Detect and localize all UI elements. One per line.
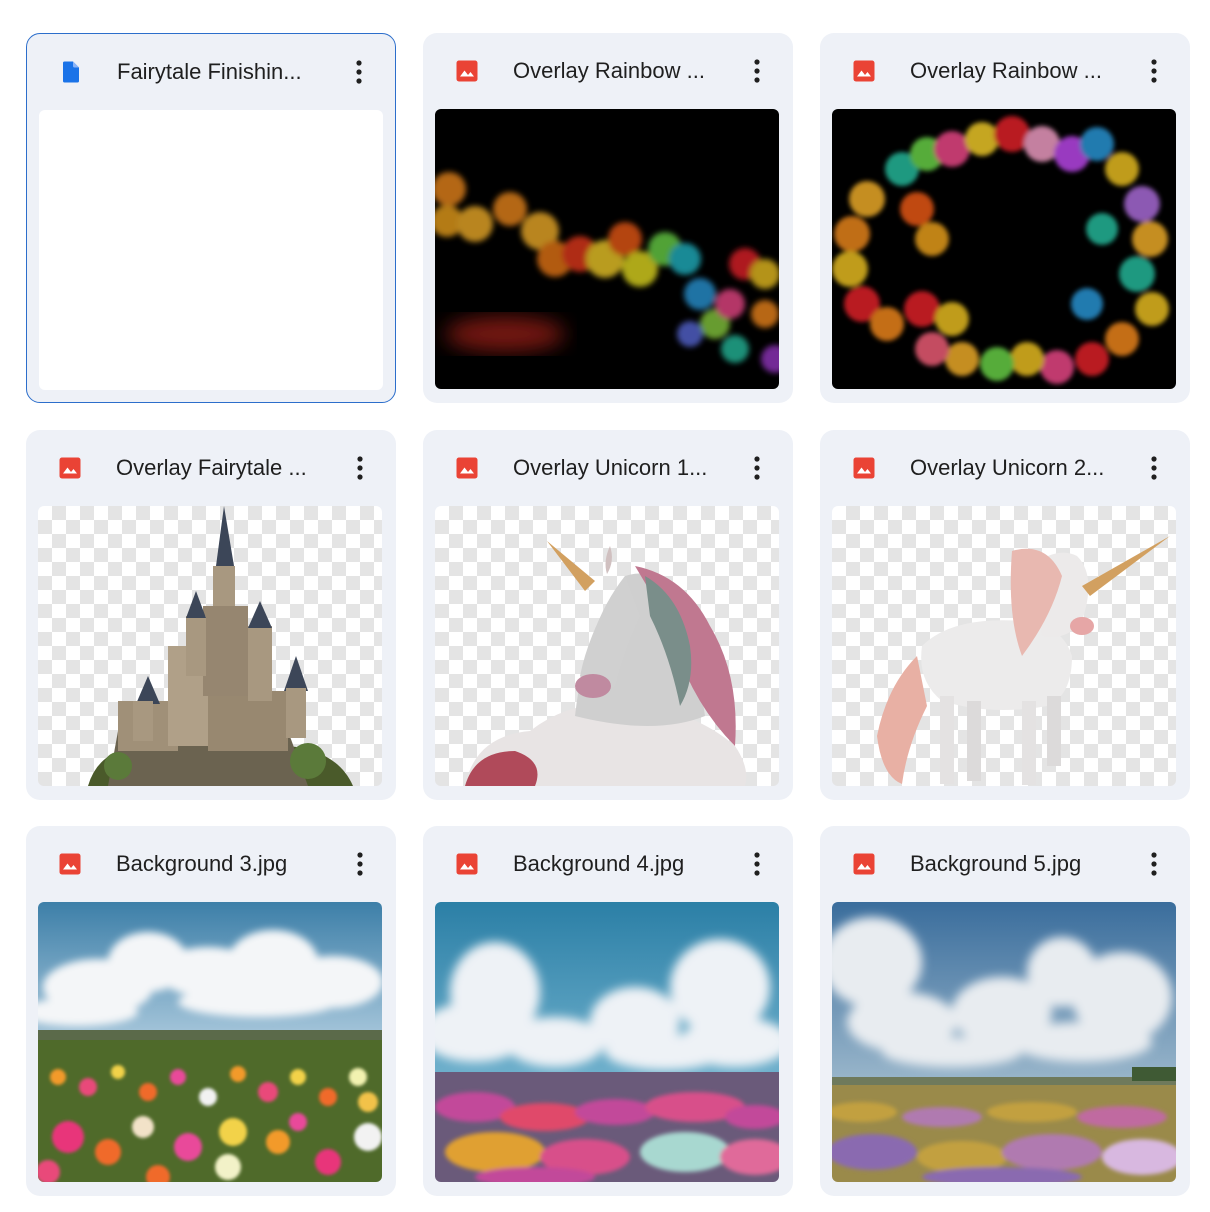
file-card-header: Overlay Fairytale ...: [26, 430, 396, 506]
doc-file-icon: [63, 61, 79, 83]
file-card-header: Overlay Unicorn 1...: [423, 430, 793, 506]
more-vert-icon[interactable]: [346, 846, 374, 882]
file-card-header: Overlay Rainbow ...: [820, 33, 1190, 109]
blank-document-preview: [39, 110, 383, 390]
file-card-header: Background 4.jpg: [423, 826, 793, 902]
file-card-header: Overlay Unicorn 2...: [820, 430, 1190, 506]
more-vert-icon[interactable]: [743, 846, 771, 882]
flower-meadow-big-clouds: [435, 902, 779, 1182]
more-vert-icon[interactable]: [345, 54, 373, 90]
file-name: Overlay Rainbow ...: [513, 58, 705, 83]
file-card[interactable]: Overlay Rainbow ...: [423, 33, 793, 403]
image-file-icon: [456, 853, 478, 875]
more-vert-icon[interactable]: [1140, 53, 1168, 89]
file-name: Overlay Fairytale ...: [116, 455, 307, 480]
image-file-icon: [853, 60, 875, 82]
file-card-header: Fairytale Finishin...: [27, 34, 395, 110]
castle-on-transparent: [38, 506, 382, 786]
file-name: Overlay Rainbow ...: [910, 58, 1102, 83]
file-grid: Fairytale Finishin... Overlay Rainbow ..…: [0, 0, 1210, 1212]
rainbow-bokeh-wave: [435, 109, 779, 389]
file-card[interactable]: Background 5.jpg: [820, 826, 1190, 1196]
flower-field-clouds: [38, 902, 382, 1182]
image-file-icon: [853, 457, 875, 479]
file-card-header: Background 3.jpg: [26, 826, 396, 902]
more-vert-icon[interactable]: [743, 450, 771, 486]
image-file-icon: [853, 853, 875, 875]
standing-unicorn-on-transparent: [832, 506, 1176, 786]
meadow-cloudy-sky: [832, 902, 1176, 1182]
file-name: Background 3.jpg: [116, 851, 288, 876]
file-card[interactable]: Overlay Fairytale ...: [26, 430, 396, 800]
lying-unicorn-on-transparent: [435, 506, 779, 786]
file-name: Background 5.jpg: [910, 851, 1082, 876]
more-vert-icon[interactable]: [1140, 450, 1168, 486]
more-vert-icon[interactable]: [743, 53, 771, 89]
more-vert-icon[interactable]: [1140, 846, 1168, 882]
file-card[interactable]: Background 3.jpg: [26, 826, 396, 1196]
file-card[interactable]: Background 4.jpg: [423, 826, 793, 1196]
file-name: Overlay Unicorn 1...: [513, 455, 708, 480]
more-vert-icon[interactable]: [346, 450, 374, 486]
image-file-icon: [456, 457, 478, 479]
image-file-icon: [456, 60, 478, 82]
file-card-header: Background 5.jpg: [820, 826, 1190, 902]
image-file-icon: [59, 853, 81, 875]
image-file-icon: [59, 457, 81, 479]
file-name: Background 4.jpg: [513, 851, 685, 876]
file-name: Fairytale Finishin...: [117, 59, 302, 84]
rainbow-bokeh-ring: [832, 109, 1176, 389]
file-card[interactable]: Overlay Rainbow ...: [820, 33, 1190, 403]
file-name: Overlay Unicorn 2...: [910, 455, 1105, 480]
file-card[interactable]: Overlay Unicorn 1...: [423, 430, 793, 800]
file-card[interactable]: Fairytale Finishin...: [26, 33, 396, 403]
file-card[interactable]: Overlay Unicorn 2...: [820, 430, 1190, 800]
file-card-header: Overlay Rainbow ...: [423, 33, 793, 109]
